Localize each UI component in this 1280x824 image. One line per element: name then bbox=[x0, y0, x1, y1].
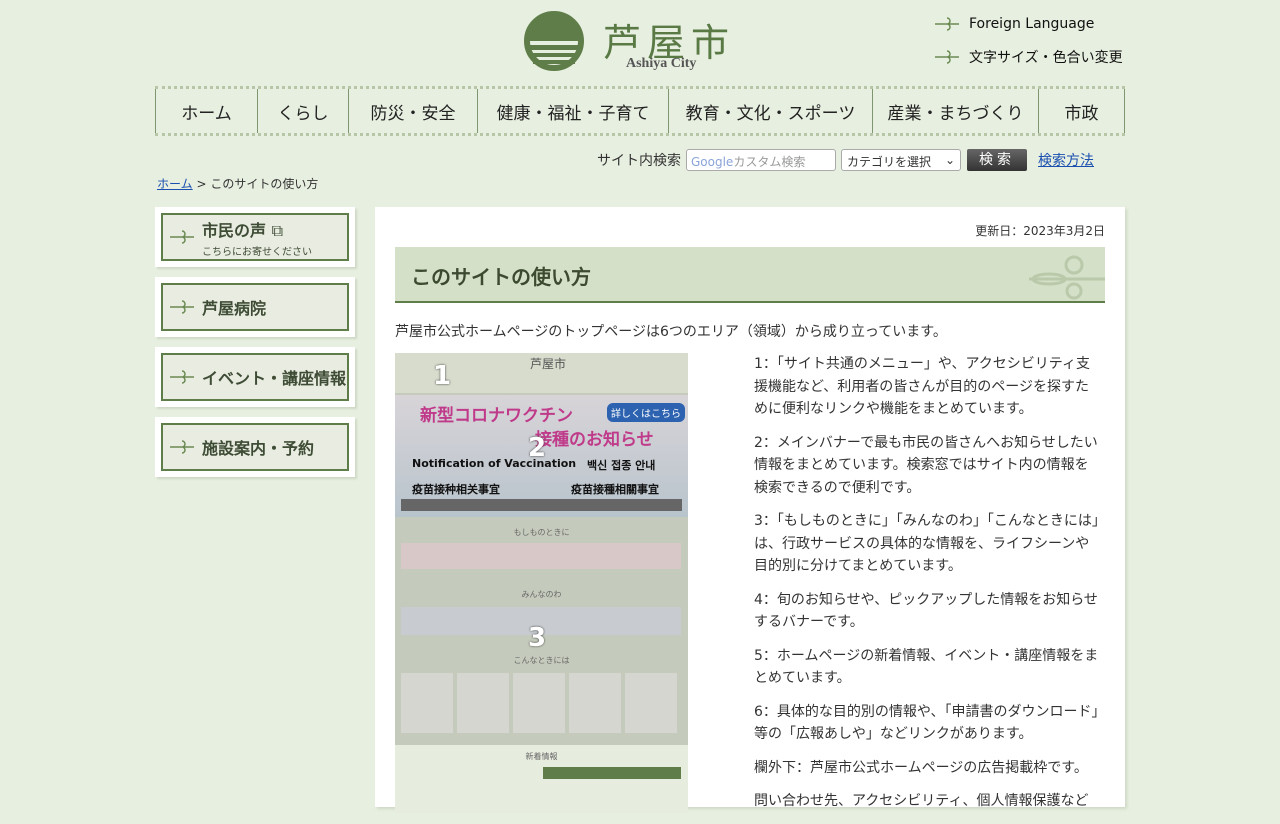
thumb-section: 新着情報 bbox=[525, 752, 558, 761]
search-input[interactable]: Googleカスタム検索 bbox=[686, 149, 836, 171]
ornament-icon bbox=[935, 50, 959, 64]
chevron-down-icon: ⌄ bbox=[944, 153, 955, 167]
nav-home[interactable]: ホーム bbox=[155, 89, 257, 133]
area-desc: 1：「サイト共通のメニュー」や、アクセシビリティ支援機能など、利用者の皆さんが目… bbox=[754, 356, 1090, 417]
search-label: サイト内検索 bbox=[597, 153, 681, 169]
banner-text: 백신 접종 안내 bbox=[587, 459, 656, 472]
intro-text: 芦屋市公式ホームページのトップページは6つのエリア（領域）から成り立っています。 bbox=[395, 324, 947, 340]
sidebar-label: 市民の声 bbox=[202, 220, 267, 240]
breadcrumb-sep: > bbox=[196, 177, 207, 191]
breadcrumb-current: このサイトの使い方 bbox=[210, 177, 319, 191]
area-label-3: 3 bbox=[528, 623, 547, 653]
thumb-grid bbox=[401, 673, 681, 733]
area-desc: 3：「もしものときに」「みんなのわ」「こんなときには」は、行政サービスの具体的な… bbox=[754, 513, 1099, 574]
thumb-tab bbox=[543, 767, 681, 779]
updated-date: 更新日：2023年3月2日 bbox=[975, 224, 1105, 238]
sidebar-item-hospital[interactable]: 芦屋病院 bbox=[155, 277, 355, 337]
sidebar-label: イベント・講座情報 bbox=[202, 369, 347, 388]
area-desc: 4：旬のお知らせや、ピックアップした情報をお知らせするバナーです。 bbox=[754, 591, 1098, 631]
ornament-icon bbox=[170, 440, 194, 454]
nav-bousai[interactable]: 防災・安全 bbox=[348, 89, 477, 133]
ornament-icon bbox=[935, 17, 959, 31]
area-descriptions: 1：「サイト共通のメニュー」や、アクセシビリティ支援機能など、利用者の皆さんが目… bbox=[754, 353, 1100, 824]
banner-text: 疫苗接种相关事宜 bbox=[412, 483, 500, 496]
nav-shisei[interactable]: 市政 bbox=[1038, 89, 1125, 133]
area-label-2: 2 bbox=[528, 433, 547, 463]
sidebar-item-facilities[interactable]: 施設案内・予約 bbox=[155, 417, 355, 477]
banner-text: 疫苗接種相關事宜 bbox=[571, 483, 659, 496]
area-desc: 2：メインバナーで最も市民の皆さんへお知らせしたい情報をまとめています。検索窓で… bbox=[754, 434, 1098, 496]
thumb-logo: 芦屋市 bbox=[530, 357, 567, 371]
sidebar-label: 芦屋病院 bbox=[202, 299, 267, 318]
homepage-screenshot: 芦屋市 1 新型コロナワクチン 詳しくはこちら 接種のお知らせ Notifica… bbox=[395, 353, 688, 813]
category-value: カテゴリを選択 bbox=[847, 155, 932, 169]
thumb-searchbar bbox=[401, 499, 682, 511]
banner-text: 接種のお知らせ bbox=[535, 430, 654, 450]
search-help-link[interactable]: 検索方法 bbox=[1038, 150, 1094, 170]
banner-text: Notification of Vaccination bbox=[412, 457, 577, 470]
ornament-icon bbox=[1029, 255, 1105, 300]
thumb-row bbox=[401, 543, 681, 569]
area-desc: 欄外下：芦屋市公式ホームページの広告掲載枠です。 bbox=[754, 759, 1088, 776]
ornament-icon bbox=[170, 230, 194, 244]
search-placeholder: カスタム検索 bbox=[733, 155, 806, 169]
sidebar-sublabel: こちらにお寄せください bbox=[202, 246, 312, 258]
page-title-text: このサイトの使い方 bbox=[411, 265, 591, 289]
sidebar-item-citizen-voice[interactable]: 市民の声 ⧉ こちらにお寄せください bbox=[155, 207, 355, 267]
ornament-icon bbox=[170, 370, 194, 384]
area-desc: 6：具体的な目的別の情報や、「申請書のダウンロード」等の「広報あしや」などリンク… bbox=[754, 703, 1099, 743]
sidebar-label: 施設案内・予約 bbox=[202, 439, 315, 458]
main-content: 更新日：2023年3月2日 このサイトの使い方 芦屋市公式ホームページのトップペ… bbox=[375, 207, 1125, 813]
foreign-language-link[interactable]: Foreign Language bbox=[935, 16, 1094, 32]
breadcrumb-home[interactable]: ホーム bbox=[157, 177, 193, 191]
font-size-color-label: 文字サイズ・色合い変更 bbox=[969, 50, 1123, 66]
global-nav: ホーム くらし 防災・安全 健康・福祉・子育て 教育・文化・スポーツ 産業・まち… bbox=[155, 86, 1125, 136]
area-label-1: 1 bbox=[433, 361, 452, 391]
breadcrumb: ホーム > このサイトの使い方 bbox=[157, 175, 318, 192]
new-window-icon: ⧉ bbox=[271, 220, 284, 240]
nav-sangyou[interactable]: 産業・まちづくり bbox=[872, 89, 1038, 133]
logo-subtitle: Ashiya City bbox=[626, 56, 697, 71]
banner-detail: 詳しくはこちら bbox=[607, 403, 685, 422]
ornament-icon bbox=[170, 300, 194, 314]
font-size-color-link[interactable]: 文字サイズ・色合い変更 bbox=[935, 47, 1123, 67]
foreign-language-label: Foreign Language bbox=[969, 16, 1095, 32]
thumb-section: こんなときには bbox=[513, 656, 570, 665]
nav-kyouiku[interactable]: 教育・文化・スポーツ bbox=[668, 89, 872, 133]
thumb-news: 新着情報 bbox=[395, 745, 688, 813]
category-select[interactable]: カテゴリを選択 ⌄ bbox=[841, 149, 961, 171]
search-button[interactable]: 検索 bbox=[967, 149, 1027, 171]
nav-kenkou[interactable]: 健康・福祉・子育て bbox=[477, 89, 668, 133]
thumb-section: もしものときに bbox=[513, 528, 570, 537]
google-mark: Google bbox=[691, 155, 734, 169]
nav-kurashi[interactable]: くらし bbox=[257, 89, 348, 133]
area-desc: 5：ホームページの新着情報、イベント・講座情報をまとめています。 bbox=[754, 647, 1099, 687]
site-search: サイト内検索 Googleカスタム検索 カテゴリを選択 ⌄ 検索 検索方法 bbox=[597, 149, 1094, 171]
thumb-section: みんなのわ bbox=[521, 590, 562, 599]
page-title: このサイトの使い方 bbox=[395, 247, 1105, 303]
area-desc: 問い合わせ先、アクセシビリティ、個人情報保護など bbox=[754, 793, 1089, 809]
sidebar-item-events[interactable]: イベント・講座情報 bbox=[155, 347, 355, 407]
banner-text: 新型コロナワクチン bbox=[420, 406, 573, 426]
